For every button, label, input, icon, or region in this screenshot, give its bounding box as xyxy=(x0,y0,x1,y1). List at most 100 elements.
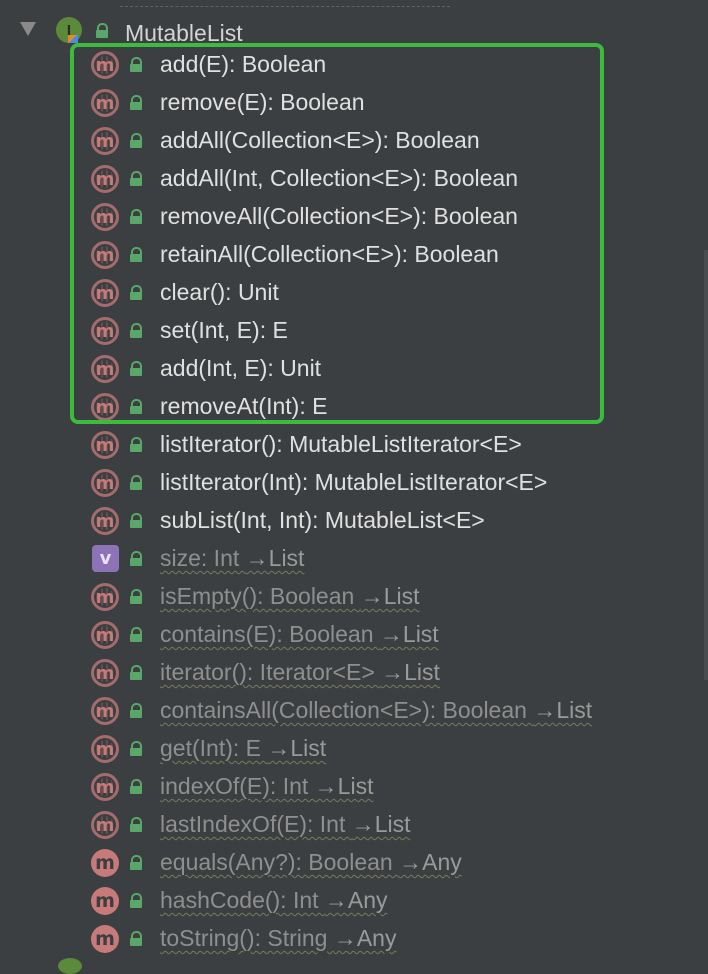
member-kind-letter: m xyxy=(95,130,115,152)
signature-text: equals(Any?): Boolean xyxy=(160,849,400,875)
member-kind-letter: m xyxy=(95,928,115,950)
interface-icon: I xyxy=(56,17,82,43)
abstract-method-icon: m xyxy=(91,621,119,649)
member-kind-letter: m xyxy=(95,358,115,380)
member-kind-letter: m xyxy=(95,814,115,836)
expand-arrow-icon[interactable] xyxy=(20,22,36,36)
public-lock-icon xyxy=(129,665,143,680)
member-kind-letter: m xyxy=(95,206,115,228)
member-row[interactable]: m lastIndexOf(E): Int →List xyxy=(0,806,708,844)
member-kind-letter: m xyxy=(95,890,115,912)
member-row[interactable]: m containsAll(Collection<E>): Boolean →Li… xyxy=(0,692,708,730)
member-row[interactable]: m listIterator(Int): MutableListIterator<… xyxy=(0,464,708,502)
abstract-method-icon: m xyxy=(91,469,119,497)
member-row[interactable]: m iterator(): Iterator<E> →List xyxy=(0,654,708,692)
public-lock-icon xyxy=(129,817,143,832)
member-kind-letter: m xyxy=(95,54,115,76)
property-icon: v xyxy=(92,545,119,572)
public-lock-icon xyxy=(129,437,143,452)
signature-text: get(Int): E xyxy=(160,735,268,761)
inherited-from-label: →Any xyxy=(324,887,388,913)
signature-text: listIterator(Int): MutableListIterator<E… xyxy=(160,469,548,495)
member-kind-letter: m xyxy=(95,738,115,760)
member-signature: indexOf(E): Int →List xyxy=(160,773,373,800)
public-lock-icon xyxy=(95,23,109,38)
member-kind-letter: m xyxy=(95,396,115,418)
member-row[interactable]: m subList(Int, Int): MutableList<E> xyxy=(0,502,708,540)
signature-text: listIterator(): MutableListIterator<E> xyxy=(160,431,522,457)
member-kind-letter: m xyxy=(95,776,115,798)
inherited-from-label: →List xyxy=(267,735,327,761)
abstract-method-icon: m xyxy=(91,697,119,725)
signature-text: isEmpty(): Boolean xyxy=(160,583,361,609)
public-lock-icon xyxy=(129,741,143,756)
signature-text: iterator(): Iterator<E> xyxy=(160,659,382,685)
previous-row-fragment xyxy=(120,0,450,7)
member-row[interactable]: m toString(): String →Any xyxy=(0,920,708,958)
member-kind-letter: m xyxy=(95,852,115,874)
highlight-box xyxy=(70,43,604,424)
signature-text: indexOf(E): Int xyxy=(160,773,315,799)
member-kind-letter: m xyxy=(95,320,115,342)
member-signature: iterator(): Iterator<E> →List xyxy=(160,659,440,686)
tree-node-mutablelist[interactable]: I MutableList xyxy=(0,8,708,46)
abstract-method-icon: m xyxy=(91,507,119,535)
public-lock-icon xyxy=(129,931,143,946)
member-kind-letter: v xyxy=(99,548,112,569)
member-row[interactable]: m indexOf(E): Int →List xyxy=(0,768,708,806)
scrollbar[interactable] xyxy=(704,250,708,680)
abstract-method-icon: m xyxy=(91,773,119,801)
member-row[interactable]: m get(Int): E →List xyxy=(0,730,708,768)
member-row[interactable]: m isEmpty(): Boolean →List xyxy=(0,578,708,616)
abstract-method-icon: m xyxy=(91,583,119,611)
member-signature: isEmpty(): Boolean →List xyxy=(160,583,420,610)
member-signature: listIterator(): MutableListIterator<E> xyxy=(160,431,522,458)
public-lock-icon xyxy=(129,855,143,870)
member-row[interactable]: m contains(E): Boolean →List xyxy=(0,616,708,654)
abstract-method-icon: m xyxy=(91,735,119,763)
signature-text: contains(E): Boolean xyxy=(160,621,380,647)
signature-text: toString(): String xyxy=(160,925,334,951)
member-signature: hashCode(): Int →Any xyxy=(160,887,388,914)
inherited-from-label: →List xyxy=(533,697,593,723)
method-icon: m xyxy=(91,925,119,953)
public-lock-icon xyxy=(129,627,143,642)
member-kind-letter: m xyxy=(95,700,115,722)
member-row[interactable]: m equals(Any?): Boolean →Any xyxy=(0,844,708,882)
method-icon: m xyxy=(91,887,119,915)
member-kind-letter: m xyxy=(95,168,115,190)
next-node-icon xyxy=(58,958,82,974)
member-signature: containsAll(Collection<E>): Boolean →Lis… xyxy=(160,697,592,724)
signature-text: subList(Int, Int): MutableList<E> xyxy=(160,507,485,533)
inherited-from-label: →List xyxy=(351,811,411,837)
public-lock-icon xyxy=(129,779,143,794)
public-lock-icon xyxy=(129,589,143,604)
member-kind-letter: m xyxy=(95,624,115,646)
member-kind-letter: m xyxy=(95,434,115,456)
public-lock-icon xyxy=(129,513,143,528)
public-lock-icon xyxy=(129,703,143,718)
member-signature: size: Int →List xyxy=(160,545,304,572)
public-lock-icon xyxy=(129,893,143,908)
member-row[interactable]: m listIterator(): MutableListIterator<E> xyxy=(0,426,708,464)
member-signature: get(Int): E →List xyxy=(160,735,326,762)
inherited-from-label: →List xyxy=(314,773,374,799)
member-signature: equals(Any?): Boolean →Any xyxy=(160,849,462,876)
abstract-method-icon: m xyxy=(91,811,119,839)
member-kind-letter: m xyxy=(95,282,115,304)
signature-text: containsAll(Collection<E>): Boolean xyxy=(160,697,534,723)
inherited-from-label: →List xyxy=(245,545,305,571)
method-icon: m xyxy=(91,849,119,877)
structure-tree: I MutableList m add(E): Boolean m remove(E)… xyxy=(0,0,708,974)
member-row[interactable]: v size: Int →List xyxy=(0,540,708,578)
member-kind-letter: m xyxy=(95,662,115,684)
inherited-from-label: →List xyxy=(379,621,439,647)
member-signature: listIterator(Int): MutableListIterator<E… xyxy=(160,469,547,496)
abstract-method-icon: m xyxy=(91,431,119,459)
member-row[interactable]: m hashCode(): Int →Any xyxy=(0,882,708,920)
signature-text: size: Int xyxy=(160,545,246,571)
member-signature: subList(Int, Int): MutableList<E> xyxy=(160,507,485,534)
member-kind-letter: m xyxy=(95,92,115,114)
inherited-from-label: →List xyxy=(360,583,420,609)
abstract-method-icon: m xyxy=(91,659,119,687)
